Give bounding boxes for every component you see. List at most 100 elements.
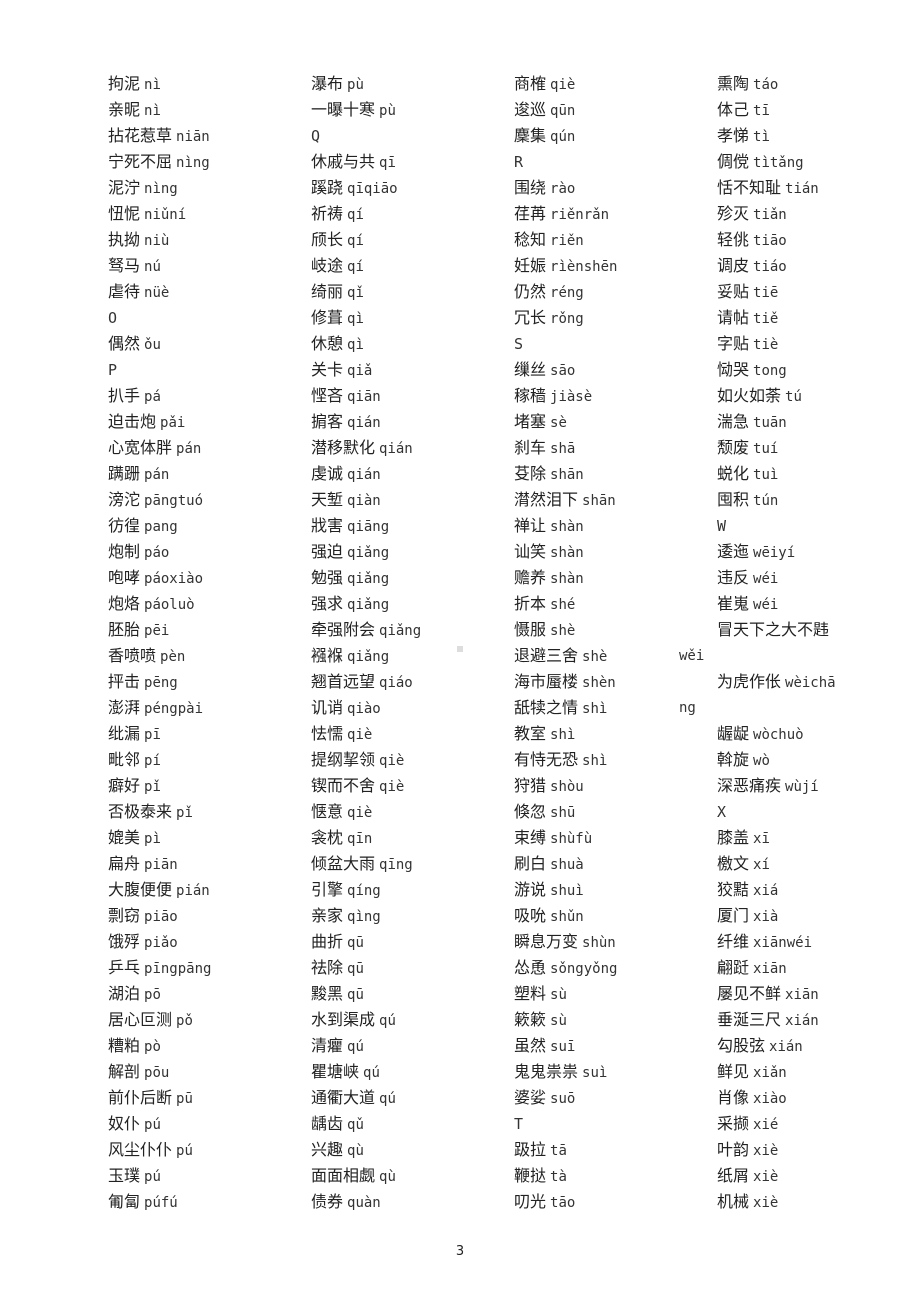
vocab-entry: 勾股弦 xián [717,1033,836,1059]
vocab-entry: 刷白 shuà [514,851,617,877]
vocab-entry: 偶然 ǒu [108,331,211,357]
entry-word: 妥贴 [717,282,750,301]
entry-word: 讥诮 [311,698,344,717]
entry-pinyin: shì [582,753,608,769]
vocab-entry: 为虎作伥 wèichā [717,669,836,695]
section-letter: T [514,1111,617,1137]
entry-word: 强迫 [311,542,344,561]
entry-word: 悭吝 [311,386,344,405]
vocab-entry: 拘泥 nì [108,71,211,97]
entry-word: 解剖 [108,1062,141,1081]
entry-pinyin: qú [363,1065,380,1081]
entry-pinyin: qián [347,467,381,483]
entry-pinyin: pù [347,77,364,93]
entry-word: 抨击 [108,672,141,691]
spacer-row [717,643,836,669]
entry-word: 趿拉 [514,1140,547,1159]
entry-pinyin: tiè [753,337,779,353]
entry-pinyin: qū [347,987,364,1003]
entry-pinyin: nìng [144,181,178,197]
entry-word: 香喷喷 [108,646,157,665]
entry-word: 刹车 [514,438,547,457]
vocab-entry: 天堑 qiàn [311,487,421,513]
entry-word: 勉强 [311,568,344,587]
vocab-entry: 翩跹 xiān [717,955,836,981]
entry-word: 簌簌 [514,1010,547,1029]
entry-pinyin: qī [379,155,396,171]
entry-pinyin: qún [550,129,576,145]
entry-word: 孝悌 [717,126,750,145]
entry-word: 居心叵测 [108,1010,173,1029]
entry-word: 宁死不屈 [108,152,173,171]
vocab-entry: 纰漏 pī [108,721,211,747]
vocab-entry: 请帖 tiě [717,305,836,331]
entry-word: 恬不知耻 [717,178,782,197]
entry-pinyin: réng [550,285,584,301]
vocab-entry: 逶迤 wēiyí [717,539,836,565]
section-letter-label: X [717,803,727,821]
entry-pinyin: qí [347,207,364,223]
entry-word: 咆哮 [108,568,141,587]
page-number: 3 [455,1244,465,1259]
entry-word: 瀑布 [311,74,344,93]
entry-pinyin: shèn [582,675,616,691]
vocab-entry: 彷徨 pang [108,513,211,539]
entry-pinyin: tā [550,1143,567,1159]
entry-word: 潸然泪下 [514,490,579,509]
section-letter-label: Q [311,127,321,145]
section-letter: X [717,799,836,825]
entry-pinyin: qiáo [379,675,413,691]
entry-word: 塑料 [514,984,547,1003]
vocab-entry: 厦门 xià [717,903,836,929]
entry-word: 逶迤 [717,542,750,561]
entry-word: 有恃无恐 [514,750,579,769]
entry-pinyin: tián [785,181,819,197]
entry-pinyin: pang [144,519,178,535]
entry-pinyin: qīn [347,831,373,847]
vocab-entry: 舐犊之情 shì [514,695,617,721]
entry-pinyin: pǎi [160,415,186,431]
vocab-entry: 妊娠 rìènshēn [514,253,617,279]
entry-word: 屡见不鲜 [717,984,782,1003]
entry-pinyin: tà [550,1169,567,1185]
vocab-entry: 檄文 xí [717,851,836,877]
entry-word: 檄文 [717,854,750,873]
entry-word: 水到渠成 [311,1010,376,1029]
entry-pinyin: pū [176,1091,193,1107]
entry-word: 玉璞 [108,1166,141,1185]
vocab-entry: 虐待 nüè [108,279,211,305]
entry-word: 掮客 [311,412,344,431]
entry-pinyin: xiào [753,1091,787,1107]
vocab-entry: 忸怩 niǔní [108,201,211,227]
entry-word: 黢黑 [311,984,344,1003]
entry-word: 锲而不舍 [311,776,376,795]
vocab-entry: 祛除 qū [311,955,421,981]
entry-word: 叨光 [514,1192,547,1211]
entry-word: 迫击炮 [108,412,157,431]
entry-word: 戕害 [311,516,344,535]
vocab-entry: 惬意 qiè [311,799,421,825]
entry-word: 翘首远望 [311,672,376,691]
entry-word: 通衢大道 [311,1088,376,1107]
vocab-entry: 机械 xiè [717,1189,836,1215]
entry-word: 垂涎三尺 [717,1010,782,1029]
section-letter-label: T [514,1115,524,1133]
vocab-entry: 折本 shé [514,591,617,617]
entry-word: 毗邻 [108,750,141,769]
entry-pinyin: xiānwéi [753,935,813,951]
entry-pinyin: páoxiào [144,571,204,587]
entry-pinyin: xié [753,1117,779,1133]
entry-word: 亲昵 [108,100,141,119]
entry-word: 轻佻 [717,230,750,249]
entry-word: 膝盖 [717,828,750,847]
entry-word: 兴趣 [311,1140,344,1159]
vocab-entry: 翘首远望 qiáo [311,669,421,695]
entry-pinyin: shū [550,805,576,821]
entry-word: 瞬息万变 [514,932,579,951]
vocab-entry: 扁舟 piān [108,851,211,877]
entry-word: 天堑 [311,490,344,509]
entry-pinyin: shùfù [550,831,593,847]
column-1: 拘泥 nì 亲昵 nì 拈花惹草 niān 宁死不屈 nìng 泥泞 nìng 忸怩 niǔní 执拗 n… [108,71,211,1215]
entry-pinyin: nú [144,259,161,275]
vocab-entry: 炮制 páo [108,539,211,565]
